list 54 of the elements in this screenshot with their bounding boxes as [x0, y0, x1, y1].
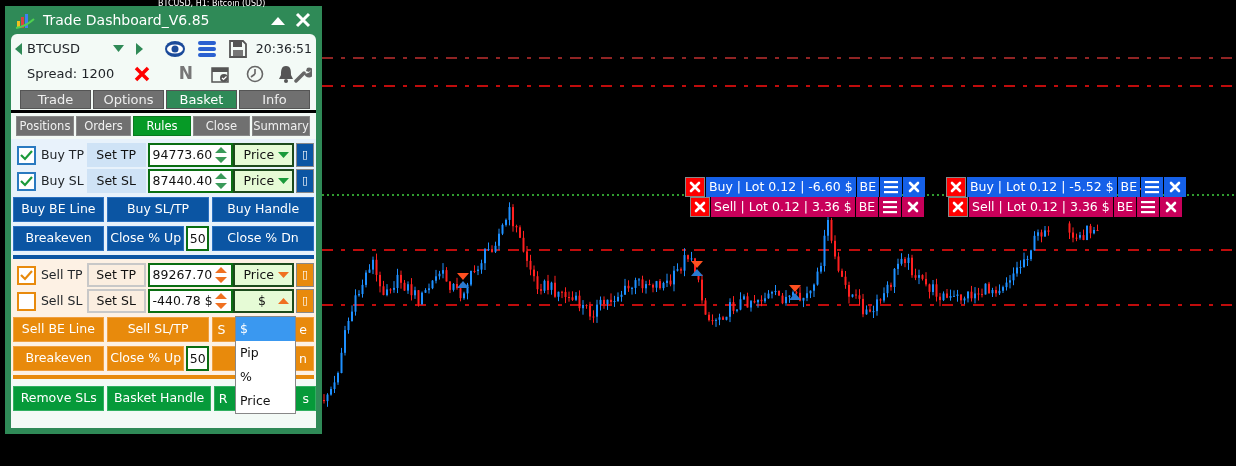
- order-label: Buy | Lot 0.12 | -5.52 $: [967, 177, 1117, 197]
- panel-title: Trade Dashboard_V6.85: [43, 10, 211, 30]
- unit-dropdown[interactable]: Price: [233, 169, 295, 193]
- unit-dropdown[interactable]: Price: [233, 143, 295, 167]
- symbol-label: BTCUSD: [27, 40, 81, 59]
- tab[interactable]: Trade: [20, 90, 91, 109]
- order-label: Sell | Lot 0.12 | 3.36 $: [969, 197, 1113, 217]
- tab[interactable]: Info: [239, 90, 310, 109]
- action-button[interactable]: Buy BE Line: [13, 197, 104, 222]
- order-label: Buy | Lot 0.12 | -6.60 $: [706, 177, 856, 197]
- clock-time: 20:36:51: [255, 39, 312, 58]
- set-button[interactable]: Set SL: [86, 289, 146, 313]
- value-field[interactable]: -440.78 $: [147, 289, 234, 313]
- breakeven-button[interactable]: BE: [855, 197, 879, 217]
- breakeven-button[interactable]: Breakeven: [13, 226, 105, 251]
- order-label: Sell | Lot 0.12 | 3.36 $: [711, 197, 855, 217]
- news-button[interactable]: N: [178, 61, 193, 87]
- basket-button[interactable]: Remove SLs: [13, 386, 105, 411]
- close-up-button[interactable]: Close % Up: [107, 226, 185, 251]
- action-button[interactable]: Buy Handle: [212, 197, 314, 222]
- basket-button[interactable]: Basket Handle: [107, 386, 211, 411]
- tab[interactable]: Rules: [133, 116, 191, 136]
- percent-field[interactable]: 50: [186, 346, 210, 371]
- unit-dropdown[interactable]: $: [233, 289, 295, 313]
- tab[interactable]: Options: [93, 90, 164, 109]
- breakeven-button[interactable]: BE: [1117, 177, 1141, 197]
- field-label: Sell TP: [40, 265, 84, 284]
- small-button[interactable]: ▯: [296, 169, 314, 193]
- tab[interactable]: Orders: [76, 116, 131, 136]
- unit-dropdown[interactable]: Price: [233, 263, 295, 287]
- value-field[interactable]: 87440.40: [147, 169, 234, 193]
- value-field[interactable]: 94773.60: [147, 143, 234, 167]
- set-button[interactable]: Set SL: [86, 169, 146, 193]
- dropdown-option[interactable]: Price: [236, 389, 295, 413]
- field-label: Sell SL: [40, 291, 84, 310]
- field-label: Buy TP: [40, 145, 85, 164]
- field-label: Buy SL: [40, 171, 85, 190]
- tab[interactable]: Positions: [16, 116, 74, 136]
- tab[interactable]: Basket: [166, 90, 237, 109]
- spread-label: Spread: 1200: [27, 65, 116, 84]
- close-down-button[interactable]: Close % Dn: [212, 226, 314, 251]
- percent-field[interactable]: 50: [186, 226, 210, 251]
- action-button[interactable]: Buy SL/TP: [106, 197, 210, 222]
- breakeven-button[interactable]: BE: [1113, 197, 1137, 217]
- tab[interactable]: Close: [193, 116, 250, 136]
- value-field[interactable]: 89267.70: [147, 263, 234, 287]
- chart-title: BTCUSD, H1: Bitcoin (USD): [158, 0, 266, 8]
- small-button[interactable]: ▯: [296, 143, 314, 167]
- breakeven-button[interactable]: BE: [856, 177, 880, 197]
- dropdown-option[interactable]: %: [236, 365, 295, 389]
- tab[interactable]: Summary: [252, 116, 310, 136]
- set-button[interactable]: Set TP: [86, 143, 146, 167]
- set-button[interactable]: Set TP: [86, 263, 146, 287]
- dropdown-option[interactable]: Pip: [236, 341, 295, 365]
